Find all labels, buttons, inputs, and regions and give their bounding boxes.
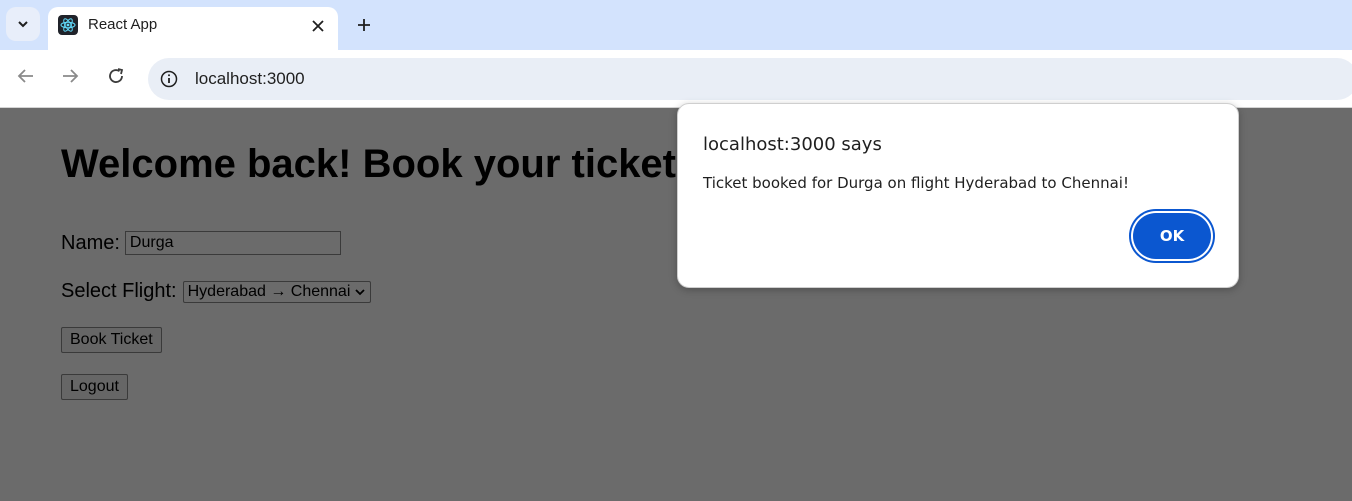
react-favicon-icon bbox=[58, 15, 78, 35]
url-text: localhost:3000 bbox=[195, 69, 305, 88]
new-tab-button[interactable] bbox=[352, 13, 376, 37]
site-info-button[interactable] bbox=[158, 68, 180, 90]
close-icon bbox=[312, 20, 324, 32]
book-ticket-button[interactable]: Book Ticket bbox=[61, 327, 162, 353]
flight-selected-value: Hyderabad → Chennai bbox=[187, 282, 351, 300]
forward-button[interactable] bbox=[56, 62, 84, 90]
name-input[interactable] bbox=[124, 231, 341, 255]
tab-strip: React App bbox=[0, 0, 1352, 50]
tab-title: React App bbox=[88, 16, 158, 33]
address-bar[interactable]: localhost:3000 bbox=[148, 58, 1352, 100]
chevron-down-icon bbox=[355, 288, 366, 295]
back-button[interactable] bbox=[12, 62, 40, 90]
back-arrow-icon bbox=[17, 69, 33, 83]
tab-search-button[interactable] bbox=[6, 7, 40, 41]
logout-button[interactable]: Logout bbox=[61, 374, 128, 400]
dialog-title: localhost:3000 says bbox=[703, 134, 882, 155]
close-tab-button[interactable] bbox=[308, 16, 328, 36]
reload-button[interactable] bbox=[102, 62, 130, 90]
alert-dialog: localhost:3000 says Ticket booked for Du… bbox=[677, 103, 1239, 288]
flight-select[interactable]: Hyderabad → Chennai bbox=[182, 280, 372, 303]
chevron-down-icon bbox=[18, 21, 28, 28]
plus-icon bbox=[358, 19, 370, 31]
browser-toolbar: localhost:3000 bbox=[0, 50, 1352, 108]
name-label: Name: bbox=[61, 231, 120, 254]
site-info-icon bbox=[160, 70, 178, 88]
dialog-message: Ticket booked for Durga on flight Hydera… bbox=[703, 174, 1129, 192]
page-title: Welcome back! Book your ticket bbox=[61, 142, 676, 186]
forward-arrow-icon bbox=[63, 69, 79, 83]
flight-row: Select Flight: Hyderabad → Chennai bbox=[61, 280, 372, 303]
reload-icon bbox=[109, 68, 124, 83]
active-tab[interactable]: React App bbox=[48, 7, 338, 50]
flight-label: Select Flight: bbox=[61, 280, 177, 302]
name-row: Name: bbox=[61, 231, 341, 255]
ok-button[interactable]: OK bbox=[1133, 213, 1211, 259]
